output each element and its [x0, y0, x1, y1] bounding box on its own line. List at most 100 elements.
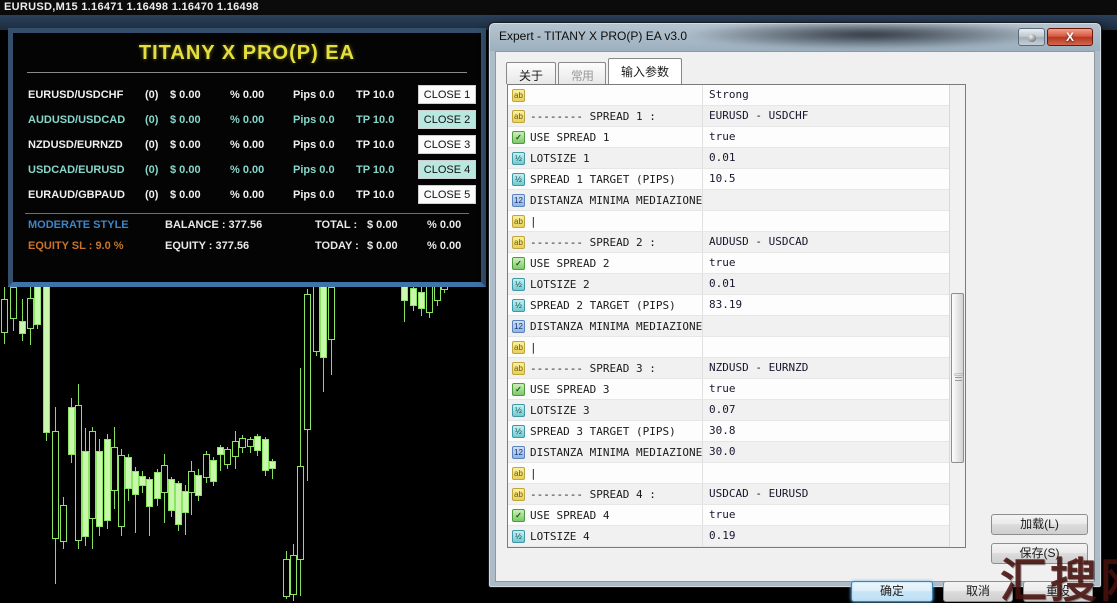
parameter-row[interactable]: ✓ USE SPREAD 1true: [508, 127, 965, 148]
candle-body: [175, 483, 182, 525]
chart-quote-bar: EURUSD,M15 1.16471 1.16498 1.16470 1.164…: [0, 0, 1117, 15]
equity-sl-label: EQUITY SL : 9.0 %: [28, 240, 165, 252]
param-label: SPREAD 2 TARGET (PIPS): [530, 299, 702, 312]
profit-usd: $ 0.00: [170, 189, 230, 201]
scrollbar-thumb[interactable]: [951, 293, 964, 463]
parameter-row[interactable]: ab-------- SPREAD 4 :USDCAD - EURUSD: [508, 484, 965, 505]
param-type-string-icon: ab: [512, 362, 525, 375]
parameter-row[interactable]: ½LOTSIZE 40.19: [508, 526, 965, 547]
param-label: |: [530, 341, 702, 354]
pair-rows: EURUSD/USDCHF(0)$ 0.00% 0.00Pips 0.0TP 1…: [13, 82, 481, 207]
param-value[interactable]: 0.01: [702, 274, 965, 294]
candle-body: [297, 466, 304, 560]
candle-body: [313, 284, 320, 352]
param-type-bool-icon: ✓: [512, 131, 525, 144]
parameter-row[interactable]: ab-------- SPREAD 3 :NZDUSD - EURNZD: [508, 358, 965, 379]
candle-body: [168, 479, 175, 511]
candle-body: [154, 472, 161, 499]
param-value[interactable]: 10.5: [702, 169, 965, 189]
param-value[interactable]: 30.0: [702, 442, 965, 462]
parameter-row[interactable]: ab|: [508, 211, 965, 232]
candle-body: [68, 407, 75, 455]
pair-label: USDCAD/EURUSD: [28, 164, 145, 176]
load-button[interactable]: 加载(L): [991, 514, 1088, 535]
parameter-row[interactable]: ½ LOTSIZE 10.01: [508, 148, 965, 169]
param-type-string-icon: ab: [512, 236, 525, 249]
dialog-titlebar[interactable]: Expert - TITANY X PRO(P) EA v3.0: [489, 23, 1101, 51]
param-value[interactable]: NZDUSD - EURNZD: [702, 358, 965, 378]
param-label: LOTSIZE 1: [530, 152, 702, 165]
param-value[interactable]: [702, 211, 965, 231]
param-value[interactable]: 0.19: [702, 526, 965, 546]
candle-body: [161, 465, 168, 493]
cancel-button[interactable]: 取消: [943, 581, 1013, 602]
ea-panel-title: TITANY X PRO(P) EA: [13, 42, 481, 65]
save-button[interactable]: 保存(S): [991, 543, 1088, 564]
parameter-list: abStrongab-------- SPREAD 1 :EURUSD - US…: [507, 84, 966, 548]
close-trade-button[interactable]: CLOSE 4: [418, 160, 476, 179]
param-value[interactable]: [702, 463, 965, 483]
reset-button[interactable]: 重设: [1023, 581, 1093, 602]
parameter-row[interactable]: ab |: [508, 337, 965, 358]
parameter-row[interactable]: ½LOTSIZE 30.07: [508, 400, 965, 421]
tab-about[interactable]: 关于: [506, 62, 556, 84]
param-value[interactable]: AUDUSD - USDCAD: [702, 232, 965, 252]
mt4-screen: EURUSD,M15 1.16471 1.16498 1.16470 1.164…: [0, 0, 1117, 603]
param-type-int-icon: 12: [512, 446, 525, 459]
parameter-row[interactable]: ✓USE SPREAD 4true: [508, 505, 965, 526]
close-trade-button[interactable]: CLOSE 1: [418, 85, 476, 104]
param-value[interactable]: true: [702, 379, 965, 399]
candle-body: [217, 447, 224, 455]
param-value[interactable]: USDCAD - EURUSD: [702, 484, 965, 504]
parameter-row[interactable]: ½SPREAD 2 TARGET (PIPS)83.19: [508, 295, 965, 316]
parameter-row[interactable]: ½SPREAD 3 TARGET (PIPS)30.8: [508, 421, 965, 442]
param-value[interactable]: 83.19: [702, 295, 965, 315]
parameter-row[interactable]: 12DISTANZA MINIMA MEDIAZIONE (P: [508, 190, 965, 211]
param-value[interactable]: [702, 190, 965, 210]
param-value[interactable]: [702, 337, 965, 357]
param-label: -------- SPREAD 2 :: [530, 236, 702, 249]
parameter-row[interactable]: ab|: [508, 463, 965, 484]
param-value[interactable]: 0.01: [702, 148, 965, 168]
ok-button[interactable]: 确定: [851, 581, 933, 602]
parameter-row[interactable]: ✓USE SPREAD 3true: [508, 379, 965, 400]
close-trade-button[interactable]: CLOSE 3: [418, 135, 476, 154]
param-label: -------- SPREAD 4 :: [530, 488, 702, 501]
panel-divider: [27, 72, 467, 73]
tab-inputs[interactable]: 输入参数: [608, 58, 682, 84]
param-value[interactable]: 0.07: [702, 400, 965, 420]
tab-common[interactable]: 常用: [558, 62, 606, 84]
param-value[interactable]: EURUSD - USDCHF: [702, 106, 965, 126]
param-label: USE SPREAD 1: [530, 131, 702, 144]
parameter-row[interactable]: ✓USE SPREAD 2true: [508, 253, 965, 274]
param-type-double-icon: ½: [512, 425, 525, 438]
parameter-row[interactable]: 12 DISTANZA MINIMA MEDIAZIONE (P30.0: [508, 442, 965, 463]
param-value[interactable]: true: [702, 253, 965, 273]
stats-row-1: MODERATE STYLE BALANCE : 377.56 TOTAL : …: [13, 214, 481, 235]
param-label: DISTANZA MINIMA MEDIAZIONE (P: [530, 446, 702, 459]
parameter-row[interactable]: ab-------- SPREAD 1 :EURUSD - USDCHF: [508, 106, 965, 127]
ea-info-panel: TITANY X PRO(P) EA EURUSD/USDCHF(0)$ 0.0…: [8, 28, 486, 287]
close-trade-button[interactable]: CLOSE 5: [418, 185, 476, 204]
help-button[interactable]: [1018, 28, 1045, 46]
param-value[interactable]: [702, 316, 965, 336]
param-value[interactable]: 30.8: [702, 421, 965, 441]
param-label: LOTSIZE 4: [530, 530, 702, 543]
dialog-body: 关于常用输入参数 abStrongab-------- SPREAD 1 :EU…: [495, 51, 1095, 582]
parameter-row[interactable]: ½SPREAD 1 TARGET (PIPS)10.5: [508, 169, 965, 190]
param-value[interactable]: true: [702, 127, 965, 147]
parameter-row[interactable]: ab -------- SPREAD 2 :AUDUSD - USDCAD: [508, 232, 965, 253]
parameter-row[interactable]: ½LOTSIZE 20.01: [508, 274, 965, 295]
scrollbar-track[interactable]: [949, 85, 965, 547]
param-value[interactable]: Strong: [702, 85, 965, 105]
close-trade-button[interactable]: CLOSE 2: [418, 110, 476, 129]
param-type-double-icon: ½: [512, 152, 525, 165]
parameter-row[interactable]: abStrong: [508, 85, 965, 106]
stats-row-2: EQUITY SL : 9.0 % EQUITY : 377.56 TODAY …: [13, 235, 481, 256]
close-button[interactable]: X: [1047, 28, 1093, 46]
equity-value: EQUITY : 377.56: [165, 240, 315, 252]
parameter-row[interactable]: 12DISTANZA MINIMA MEDIAZIONE (P: [508, 316, 965, 337]
candle-body: [89, 431, 96, 519]
param-type-string-icon: ab: [512, 341, 525, 354]
param-value[interactable]: true: [702, 505, 965, 525]
